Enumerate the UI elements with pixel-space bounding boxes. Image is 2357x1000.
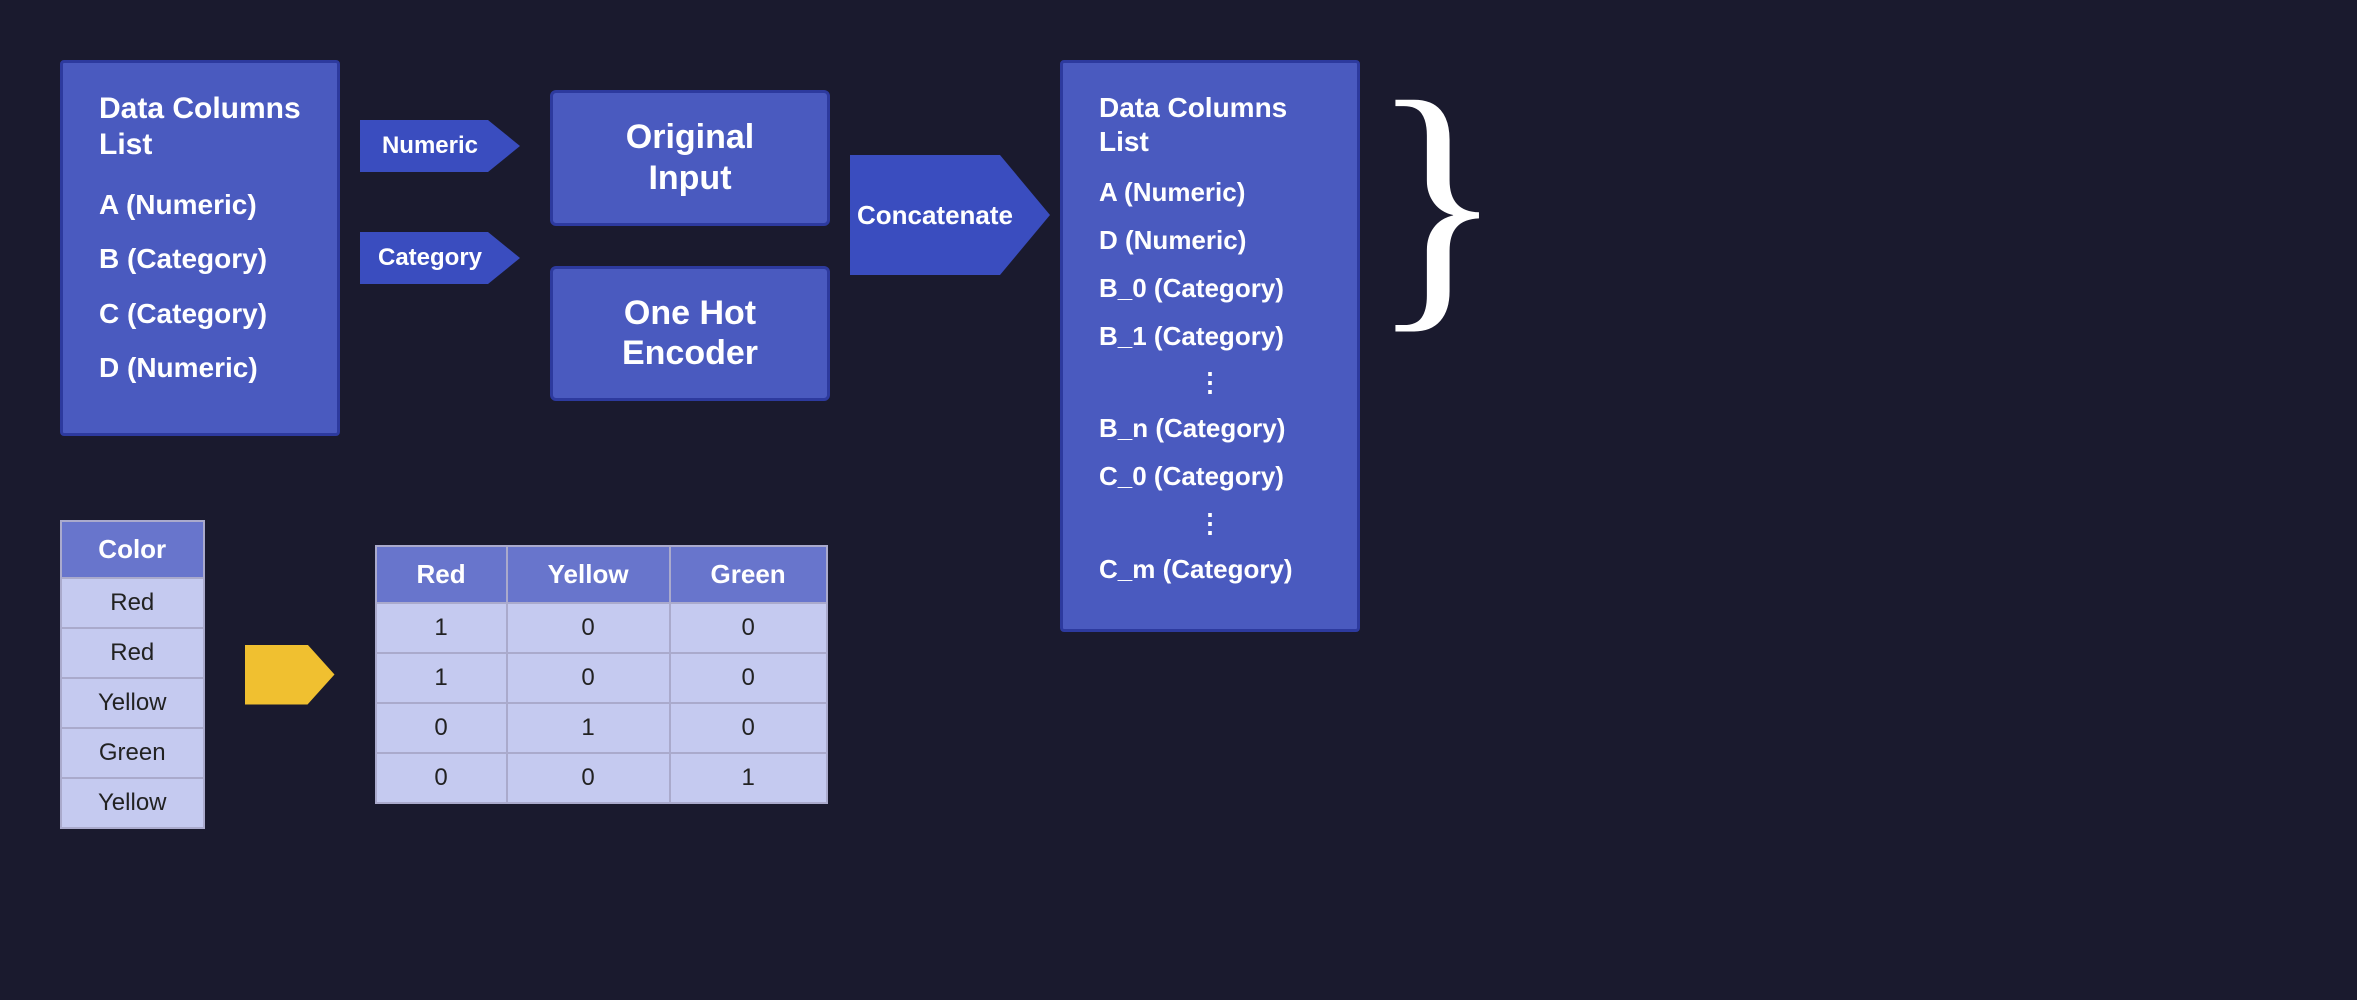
right-item-2: B_0 (Category) — [1099, 272, 1321, 306]
left-item-3: D (Numeric) — [99, 350, 301, 386]
right-item-4: B_n (Category) — [1099, 412, 1321, 446]
concat-arrow-section: Concatenate — [830, 60, 1050, 275]
right-item-6: C_m (Category) — [1099, 553, 1321, 587]
encoded-cell-0-1: 0 — [507, 603, 670, 653]
color-row-3: Green — [61, 728, 204, 778]
color-header: Color — [61, 521, 204, 578]
encoded-header-green: Green — [670, 546, 827, 603]
color-row-0: Red — [61, 578, 204, 628]
bottom-section: Color Red Red Yellow Green Yellow Red Ye… — [60, 520, 828, 829]
yellow-arrow-shape — [245, 645, 335, 705]
encoded-table: Red Yellow Green 1 0 0 1 0 0 0 1 — [375, 545, 828, 804]
right-dots-1: ⋮ — [1099, 367, 1321, 398]
left-data-columns-box: Data Columns List A (Numeric) B (Categor… — [60, 60, 340, 436]
encoded-header-yellow: Yellow — [507, 546, 670, 603]
right-dots-2: ⋮ — [1099, 508, 1321, 539]
encoded-cell-0-0: 1 — [376, 603, 507, 653]
one-hot-encoder-box: One HotEncoder — [550, 266, 830, 402]
concatenate-arrow: Concatenate — [850, 155, 1050, 275]
concatenate-label: Concatenate — [857, 200, 1043, 231]
color-row-4: Yellow — [61, 778, 204, 828]
curly-brace-section: } — [1360, 60, 1504, 340]
left-item-2: C (Category) — [99, 296, 301, 332]
curly-brace: } — [1370, 60, 1504, 340]
encoded-cell-1-2: 0 — [670, 653, 827, 703]
numeric-arrow-label: Numeric — [382, 132, 498, 160]
encoded-cell-2-1: 1 — [507, 703, 670, 753]
numeric-arrow: Numeric — [360, 120, 520, 172]
original-input-box: Original Input — [550, 90, 830, 226]
right-item-0: A (Numeric) — [1099, 176, 1321, 210]
center-boxes-section: Original Input One HotEncoder — [540, 60, 830, 401]
category-arrow-label: Category — [378, 244, 502, 272]
left-item-1: B (Category) — [99, 241, 301, 277]
encoded-cell-1-0: 1 — [376, 653, 507, 703]
encoded-cell-3-0: 0 — [376, 753, 507, 803]
encoded-cell-0-2: 0 — [670, 603, 827, 653]
left-box-title: Data Columns List — [99, 91, 301, 163]
left-item-0: A (Numeric) — [99, 187, 301, 223]
main-diagram: Data Columns List A (Numeric) B (Categor… — [0, 0, 2357, 1000]
right-item-5: C_0 (Category) — [1099, 460, 1321, 494]
color-table: Color Red Red Yellow Green Yellow — [60, 520, 205, 829]
encoded-header-red: Red — [376, 546, 507, 603]
original-input-label: Original Input — [589, 117, 791, 199]
numeric-arrow-group: Numeric — [360, 120, 520, 172]
encoded-cell-3-1: 0 — [507, 753, 670, 803]
color-row-1: Red — [61, 628, 204, 678]
category-arrow: Category — [360, 232, 520, 284]
color-row-2: Yellow — [61, 678, 204, 728]
encoded-cell-1-1: 0 — [507, 653, 670, 703]
yellow-arrow — [245, 645, 335, 705]
category-arrow-group: Category — [360, 232, 520, 284]
right-item-3: B_1 (Category) — [1099, 320, 1321, 354]
right-item-1: D (Numeric) — [1099, 224, 1321, 258]
encoded-cell-3-2: 1 — [670, 753, 827, 803]
left-arrows-section: Numeric Category — [340, 60, 540, 284]
right-data-columns-box: Data Columns List A (Numeric) D (Numeric… — [1060, 60, 1360, 632]
encoded-cell-2-2: 0 — [670, 703, 827, 753]
concatenate-arrow-shape: Concatenate — [850, 155, 1050, 275]
one-hot-encoder-label: One HotEncoder — [589, 293, 791, 375]
right-box-title: Data Columns List — [1099, 91, 1321, 158]
encoded-cell-2-0: 0 — [376, 703, 507, 753]
